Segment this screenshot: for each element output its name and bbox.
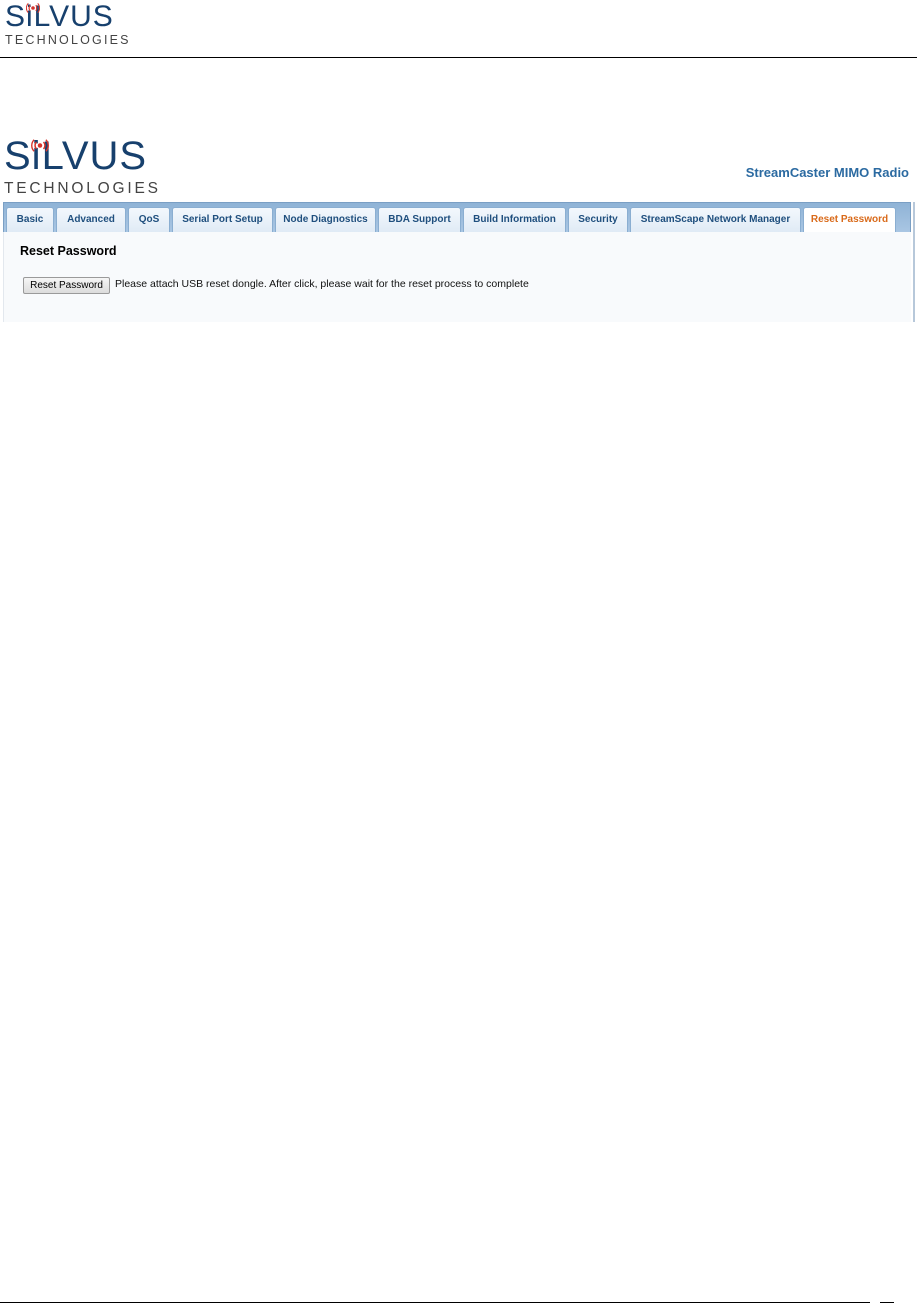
panel-heading: Reset Password <box>20 244 117 258</box>
logo-wordmark: SiLVUS <box>5 0 114 33</box>
tab-bar: Basic Advanced QoS Serial Port Setup Nod… <box>3 202 911 234</box>
tab-qos[interactable]: QoS <box>128 207 170 233</box>
scrollbar[interactable] <box>913 202 915 322</box>
tab-build-information[interactable]: Build Information <box>463 207 566 233</box>
tab-reset-password[interactable]: Reset Password <box>803 207 896 234</box>
reset-instructions: Please attach USB reset dongle. After cl… <box>115 278 529 290</box>
signal-icon <box>26 3 40 13</box>
tab-basic[interactable]: Basic <box>6 207 54 233</box>
ui-silvus-logo: SiLVUS TECHNOLOGIES <box>4 134 158 198</box>
silvus-logo: SiLVUS TECHNOLOGIES <box>5 0 129 48</box>
reset-password-button[interactable]: Reset Password <box>23 277 110 294</box>
tab-serial-port-setup[interactable]: Serial Port Setup <box>172 207 273 233</box>
product-title: StreamCaster MIMO Radio <box>745 165 909 180</box>
footer-rule <box>0 1302 870 1303</box>
logo-tagline: TECHNOLOGIES <box>5 33 131 47</box>
reset-password-panel: Reset Password Reset Password Please att… <box>3 232 911 322</box>
ui-logo-tagline: TECHNOLOGIES <box>4 180 161 197</box>
ui-signal-icon <box>31 139 49 152</box>
tab-node-diagnostics[interactable]: Node Diagnostics <box>275 207 376 233</box>
tab-advanced[interactable]: Advanced <box>56 207 126 233</box>
tab-security[interactable]: Security <box>568 207 628 233</box>
footer-page-rule <box>880 1302 894 1303</box>
ui-logo-wordmark: SiLVUS <box>4 134 148 178</box>
document-header: SiLVUS TECHNOLOGIES <box>0 0 917 58</box>
radio-web-ui: SiLVUS TECHNOLOGIES StreamCaster MIMO Ra… <box>0 134 917 322</box>
tab-streamscape-network-manager[interactable]: StreamScape Network Manager <box>630 207 801 233</box>
tab-bda-support[interactable]: BDA Support <box>378 207 461 233</box>
